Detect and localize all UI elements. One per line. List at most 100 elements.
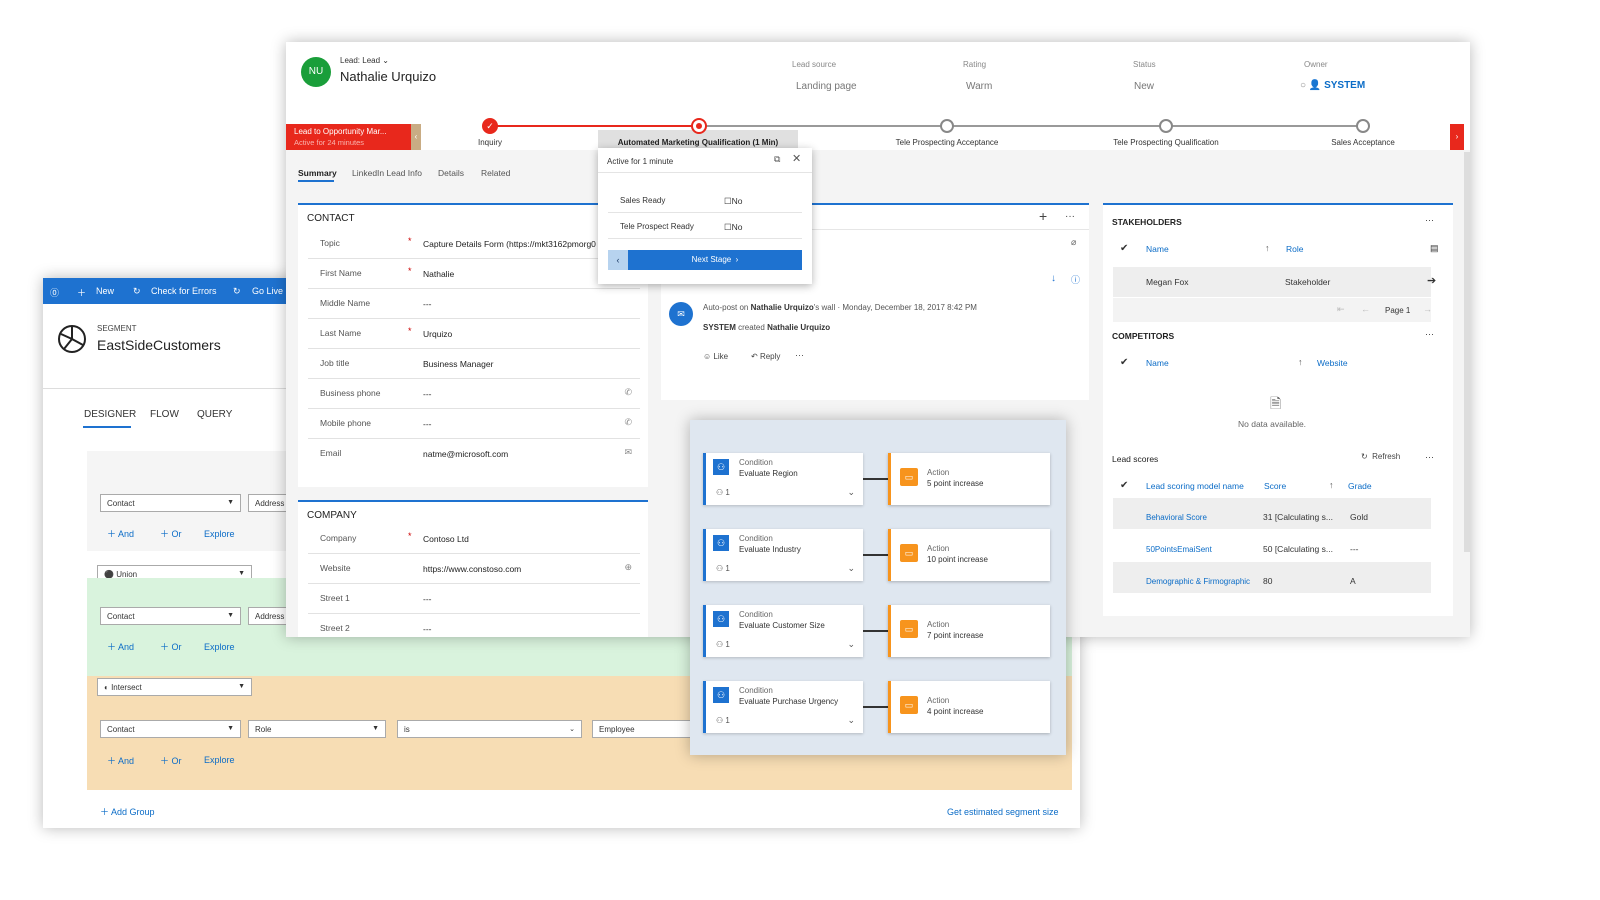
- add-icon[interactable]: +: [1039, 208, 1047, 224]
- or-button[interactable]: ＋ Or: [160, 527, 182, 540]
- field-select[interactable]: Address: [248, 607, 288, 625]
- more-icon[interactable]: ···: [795, 350, 804, 360]
- post-name[interactable]: Nathalie Urquizo: [751, 303, 814, 312]
- stage-node[interactable]: [940, 119, 954, 133]
- or-button[interactable]: ＋ Or: [160, 754, 182, 767]
- score-model-name[interactable]: Demographic & Firmographic: [1146, 577, 1260, 586]
- field-row[interactable]: Business phone --- ✆: [308, 379, 640, 409]
- value-input[interactable]: Employee: [592, 720, 692, 738]
- attachment-icon[interactable]: ⌀: [1071, 237, 1076, 248]
- chevron-down-icon[interactable]: ⌄: [847, 487, 855, 498]
- field-select[interactable]: Role ▼: [248, 720, 386, 738]
- stakeholder-col-role[interactable]: Role: [1286, 244, 1303, 254]
- condition-card[interactable]: ⚇ Condition Evaluate Purchase Urgency ⚇ 1 ⌄: [703, 681, 863, 733]
- stage-amq[interactable]: Automated Marketing Qualification (1 Min…: [598, 138, 798, 147]
- close-icon[interactable]: ✕: [792, 152, 801, 165]
- more-icon[interactable]: ···: [1065, 211, 1075, 222]
- save-icon[interactable]: ▤: [1430, 243, 1439, 254]
- field-row[interactable]: Mobile phone --- ✆: [308, 409, 640, 439]
- like-button[interactable]: ☺ Like: [703, 352, 728, 361]
- stage-inquiry[interactable]: Inquiry: [410, 138, 570, 147]
- chevron-down-icon[interactable]: ⌄: [847, 639, 855, 650]
- stakeholder-name[interactable]: Megan Fox: [1146, 277, 1189, 287]
- action-card[interactable]: ▭ Action 5 point increase: [888, 453, 1050, 505]
- field-row[interactable]: Email natme@microsoft.com ✉: [308, 439, 640, 469]
- globe-icon[interactable]: ⊕: [624, 562, 632, 573]
- more-icon[interactable]: ···: [1425, 452, 1434, 462]
- tab-flow[interactable]: FLOW: [150, 409, 179, 420]
- popout-icon[interactable]: ⧉: [774, 154, 780, 165]
- entity-select[interactable]: Contact ▼: [100, 607, 241, 625]
- field-row[interactable]: Topic * Capture Details Form (https://mkt3…: [308, 229, 640, 259]
- prev-stage-icon[interactable]: ‹: [608, 250, 628, 270]
- explore-button[interactable]: Explore: [204, 642, 235, 652]
- tab-linkedin[interactable]: LinkedIn Lead Info: [352, 168, 422, 178]
- field-row[interactable]: Company * Contoso Ltd: [308, 524, 640, 554]
- tele-ready-checkbox[interactable]: ☐No: [724, 222, 743, 233]
- select-all-icon[interactable]: ✔: [1120, 357, 1128, 368]
- next-page-icon[interactable]: →: [1423, 304, 1432, 314]
- go-live-button[interactable]: Go Live: [252, 286, 283, 296]
- score-col-score[interactable]: Score: [1264, 481, 1286, 491]
- condition-card[interactable]: ⚇ Condition Evaluate Region ⚇ 1 ⌄: [703, 453, 863, 505]
- stage-active-node[interactable]: [691, 118, 707, 134]
- arrow-right-icon[interactable]: ➔: [1427, 274, 1436, 287]
- condition-card[interactable]: ⚇ Condition Evaluate Customer Size ⚇ 1 ⌄: [703, 605, 863, 657]
- and-button[interactable]: ＋ And: [107, 640, 134, 653]
- stage-complete-icon[interactable]: ✓: [482, 118, 498, 134]
- condition-card[interactable]: ⚇ Condition Evaluate Industry ⚇ 1 ⌄: [703, 529, 863, 581]
- info-icon[interactable]: ⓪: [50, 286, 59, 299]
- tab-related[interactable]: Related: [481, 168, 510, 178]
- check-errors-button[interactable]: Check for Errors: [151, 286, 217, 296]
- process-next-icon[interactable]: ›: [1450, 124, 1464, 150]
- chevron-down-icon[interactable]: ⌄: [847, 563, 855, 574]
- select-all-icon[interactable]: ✔: [1120, 480, 1128, 491]
- stage-sales-acceptance[interactable]: Sales Acceptance: [1283, 138, 1443, 147]
- entity-select[interactable]: Contact ▼: [100, 494, 241, 512]
- sales-ready-checkbox[interactable]: ☐No: [724, 196, 743, 207]
- info-icon[interactable]: ⓘ: [1071, 273, 1080, 286]
- entity-select[interactable]: Contact ▼: [100, 720, 241, 738]
- add-group-button[interactable]: ＋ Add Group: [100, 805, 155, 818]
- stakeholder-col-name[interactable]: Name: [1146, 244, 1169, 254]
- score-model-name[interactable]: 50PointsEmaiSent: [1146, 545, 1212, 554]
- process-name-block[interactable]: Lead to Opportunity Mar... Active for 24…: [286, 124, 420, 150]
- sort-up-icon[interactable]: ↑: [1265, 243, 1270, 253]
- stage-tele-qualification[interactable]: Tele Prospecting Qualification: [1086, 138, 1246, 147]
- score-col-model[interactable]: Lead scoring model name: [1146, 481, 1244, 491]
- competitor-col-name[interactable]: Name: [1146, 358, 1169, 368]
- refresh-button[interactable]: ↻ Refresh: [1361, 452, 1400, 461]
- field-row[interactable]: Last Name * Urquizo: [308, 319, 640, 349]
- tab-summary[interactable]: Summary: [298, 168, 337, 178]
- or-button[interactable]: ＋ Or: [160, 640, 182, 653]
- new-button[interactable]: New: [96, 286, 114, 296]
- reply-button[interactable]: ↶ Reply: [751, 352, 780, 361]
- operator-select[interactable]: is ⌄: [397, 720, 582, 738]
- intersect-select[interactable]: ◐ Intersect ▼: [97, 678, 252, 696]
- action-card[interactable]: ▭ Action 7 point increase: [888, 605, 1050, 657]
- stage-tele-acceptance[interactable]: Tele Prospecting Acceptance: [867, 138, 1027, 147]
- owner-link[interactable]: ○ 👤 SYSTEM: [1300, 80, 1365, 91]
- field-row[interactable]: Street 2 ---: [308, 614, 640, 644]
- email-icon[interactable]: ✉: [624, 447, 632, 458]
- action-card[interactable]: ▭ Action 10 point increase: [888, 529, 1050, 581]
- field-row[interactable]: Street 1 ---: [308, 584, 640, 614]
- more-icon[interactable]: ···: [1425, 215, 1434, 225]
- tab-query[interactable]: QUERY: [197, 409, 232, 420]
- score-col-grade[interactable]: Grade: [1348, 481, 1372, 491]
- and-button[interactable]: ＋ And: [107, 527, 134, 540]
- field-select[interactable]: Address: [248, 494, 288, 512]
- prev-page-icon[interactable]: ←: [1361, 304, 1370, 314]
- explore-button[interactable]: Explore: [204, 755, 235, 765]
- field-row[interactable]: Middle Name ---: [308, 289, 640, 319]
- scrollbar[interactable]: [1464, 152, 1470, 552]
- select-all-icon[interactable]: ✔: [1120, 243, 1128, 254]
- next-stage-button[interactable]: Next Stage ›: [628, 250, 802, 270]
- sort-down-icon[interactable]: ↓: [1051, 273, 1056, 284]
- phone-icon[interactable]: ✆: [624, 417, 632, 428]
- explore-button[interactable]: Explore: [204, 529, 235, 539]
- and-button[interactable]: ＋ And: [107, 754, 134, 767]
- form-selector[interactable]: Lead: Lead ⌄: [340, 56, 389, 65]
- sort-up-icon[interactable]: ↑: [1298, 357, 1303, 367]
- stage-node[interactable]: [1356, 119, 1370, 133]
